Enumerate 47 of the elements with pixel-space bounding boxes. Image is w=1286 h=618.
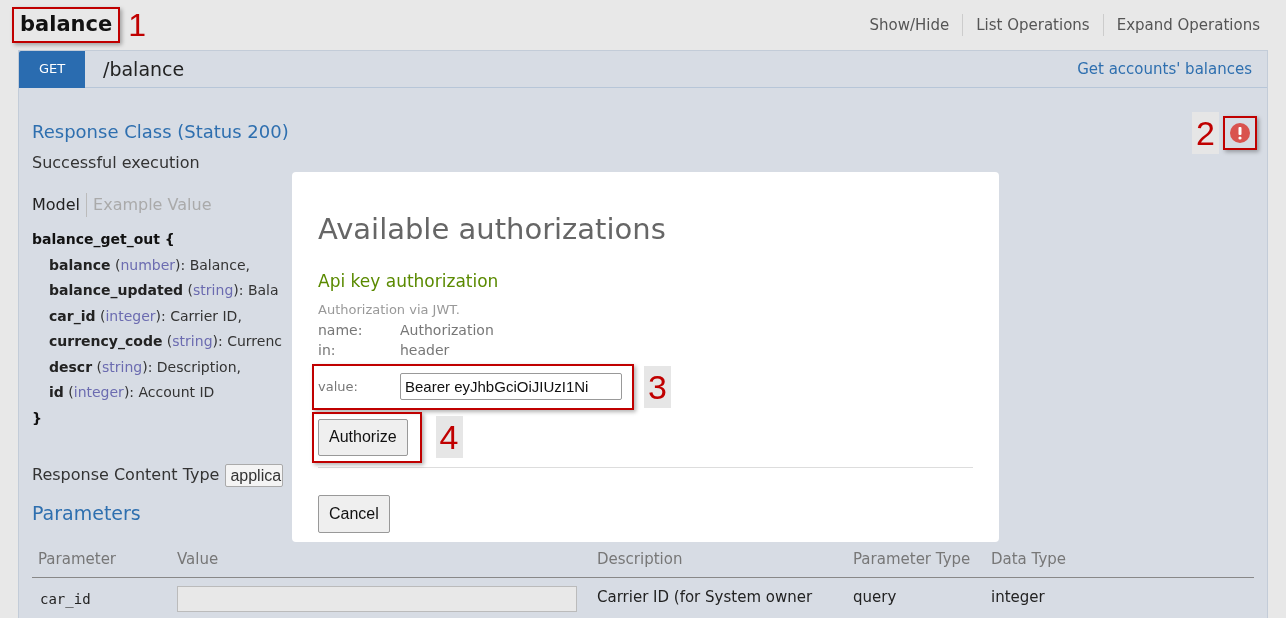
model-field: car_id (integer): Carrier ID,	[32, 303, 289, 329]
auth-description: Authorization via JWT.	[318, 301, 461, 319]
column-header: Value	[177, 550, 219, 568]
content-type-select[interactable]: applica	[225, 463, 284, 487]
model-field: balance_updated (string): Bala	[32, 278, 289, 304]
column-header: Data Type	[991, 550, 1067, 568]
model-name: balance_get_out {	[32, 230, 176, 250]
parameters-title: Parameters	[32, 501, 142, 526]
model-close: }	[32, 408, 43, 428]
header-link[interactable]: Show/Hide	[869, 15, 950, 34]
value-label: value:	[318, 377, 359, 396]
column-header: Parameter Type	[853, 550, 971, 568]
callout-number: 2	[1192, 112, 1219, 154]
api-key-input[interactable]: Bearer eyJhbGciOiJIUzI1Ni	[400, 373, 622, 400]
model-field: id (integer): Account ID	[32, 380, 289, 406]
property-label: name:	[318, 320, 364, 340]
alert-icon[interactable]	[1230, 123, 1250, 143]
table-cell: car_id	[40, 590, 91, 607]
endpoint-path[interactable]: /balance	[103, 54, 185, 84]
property-value: header	[400, 340, 450, 360]
response-description: Successful execution	[32, 152, 201, 174]
content-type-label: Response Content Type	[32, 464, 220, 486]
table-cell: integer	[991, 587, 1045, 606]
model-tab[interactable]: Model	[32, 193, 81, 217]
callout-number: 3	[644, 365, 671, 408]
parameter-input[interactable]	[177, 585, 577, 612]
dialog-title: Available authorizations	[318, 211, 667, 248]
table-cell: Carrier ID (for System owner	[597, 587, 813, 606]
section-title: balance	[20, 12, 113, 37]
method-badge: GET	[19, 50, 85, 88]
response-class-title: Response Class (Status 200)	[32, 120, 289, 144]
header-link[interactable]: Expand Operations	[1116, 15, 1260, 34]
column-header: Parameter	[38, 550, 117, 568]
auth-scheme-title: Api key authorization	[318, 269, 500, 293]
callout-number: 4	[435, 416, 463, 458]
operation-summary[interactable]: Get accounts' balances	[1077, 57, 1252, 81]
callout-number: 1	[128, 9, 146, 41]
property-value: Authorization	[400, 320, 494, 340]
cancel-button[interactable]: Cancel	[318, 494, 390, 533]
authorize-button[interactable]: Authorize	[318, 418, 408, 456]
header-link[interactable]: List Operations	[976, 15, 1090, 34]
model-field: balance (number): Balance,	[32, 252, 289, 278]
table-cell: query	[853, 587, 897, 606]
column-header: Description	[597, 550, 683, 568]
model-field: currency_code (string): Currenc	[32, 329, 289, 355]
property-label: in:	[318, 340, 337, 360]
model-field: descr (string): Description,	[32, 354, 289, 380]
